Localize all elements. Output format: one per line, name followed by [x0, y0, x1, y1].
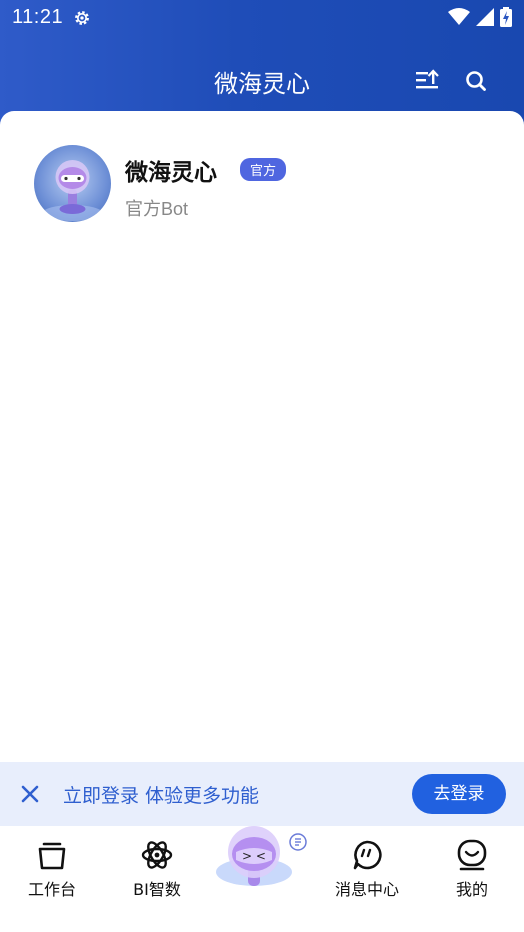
tab-label: BI智数 [133, 880, 181, 899]
tab-label: 我的 [455, 880, 488, 899]
bottom-tab-bar: 工作台 BI智数 > < 消息中心 我的 [0, 826, 524, 932]
battery-icon [500, 7, 512, 27]
signal-icon [476, 8, 494, 26]
tab-messages[interactable]: 消息中心 [327, 838, 407, 900]
login-prompt-text: 立即登录 体验更多功能 [63, 785, 260, 807]
settings-gear-icon [75, 11, 89, 25]
page-title: 微海灵心 [214, 70, 310, 98]
conversation-list: 微海灵心 官方 官方Bot [0, 111, 524, 771]
search-icon[interactable] [463, 68, 489, 94]
tab-bi[interactable]: BI智数 [117, 838, 197, 900]
official-badge: 官方 [240, 158, 287, 181]
bot-avatar [34, 145, 111, 222]
assistant-bot-icon: > < [216, 826, 307, 886]
bi-atom-icon [141, 841, 173, 869]
message-icon [353, 840, 382, 870]
tab-workbench[interactable]: 工作台 [12, 838, 92, 900]
tab-label: 消息中心 [334, 880, 399, 899]
svg-text:> <: > < [242, 849, 266, 863]
status-bar: 11:21 [0, 0, 524, 36]
bot-name: 微海灵心 [125, 160, 217, 186]
close-icon[interactable] [18, 782, 42, 806]
tab-label: 工作台 [27, 880, 76, 899]
profile-icon [457, 839, 487, 871]
status-time: 11:21 [12, 6, 64, 28]
tab-profile[interactable]: 我的 [432, 838, 512, 900]
login-button[interactable]: 去登录 [412, 774, 506, 814]
wifi-icon [448, 8, 470, 25]
login-prompt-bar: 立即登录 体验更多功能 去登录 [0, 762, 524, 826]
list-item-bot[interactable]: 微海灵心 官方 官方Bot [34, 145, 494, 225]
sort-icon[interactable] [414, 68, 440, 94]
title-bar: 微海灵心 [0, 56, 524, 106]
robot-mascot-icon [42, 160, 103, 221]
bot-subtitle: 官方Bot [125, 199, 189, 219]
tab-assistant[interactable]: > < [212, 824, 312, 894]
workbench-icon [38, 842, 66, 870]
